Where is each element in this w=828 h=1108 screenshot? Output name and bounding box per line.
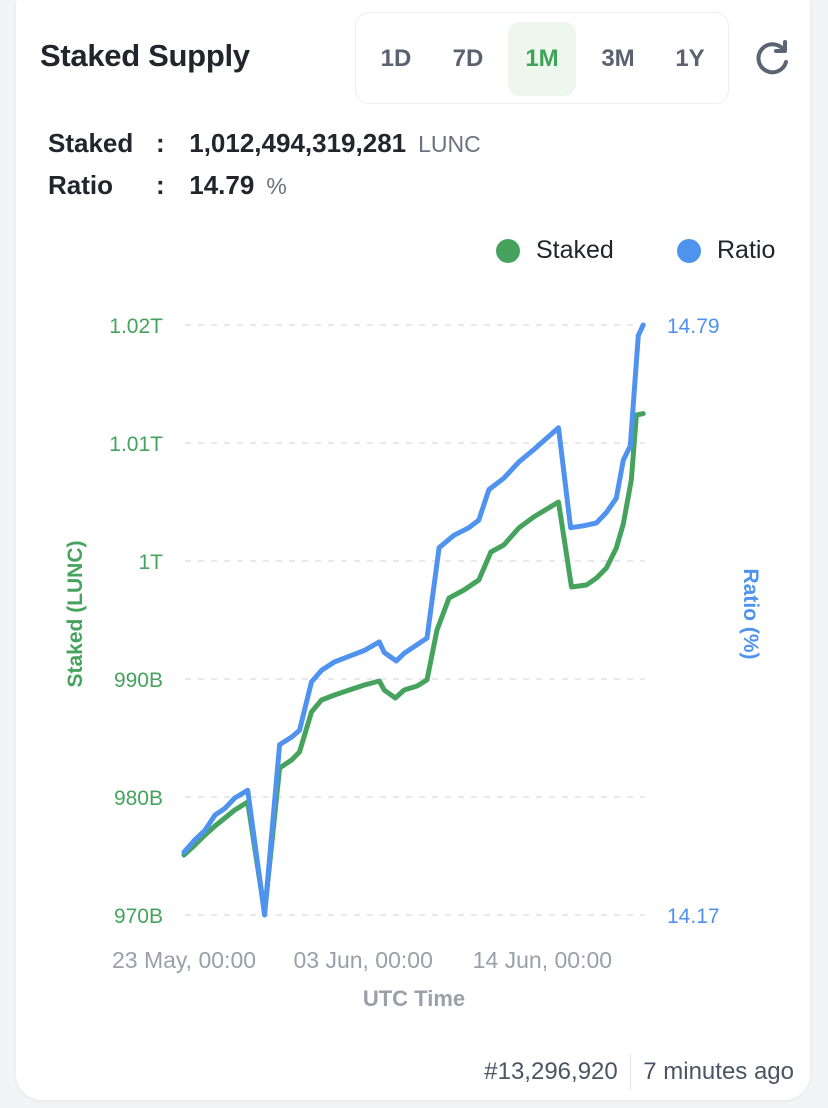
y-tick-label: 990B xyxy=(114,669,163,692)
x-tick-label: 14 Jun, 00:00 xyxy=(473,947,612,973)
footer-divider xyxy=(629,1054,632,1090)
x-tick-label: 03 Jun, 00:00 xyxy=(293,947,432,973)
y-tick-label: 1T xyxy=(138,551,163,574)
y-tick-label: 980B xyxy=(114,787,163,810)
y-tick-label: 1.02T xyxy=(109,315,163,338)
series-line-ratio xyxy=(181,322,646,918)
y2-tick-label: 14.17 xyxy=(667,905,720,928)
y2-axis-title: Ratio (%) xyxy=(739,569,762,660)
x-axis-title: UTC Time xyxy=(363,986,465,1011)
footer: #13,296,920 7 minutes ago xyxy=(484,1054,794,1090)
y-tick-label: 1.01T xyxy=(109,433,163,456)
y2-tick-label: 14.79 xyxy=(667,315,720,338)
block-height: #13,296,920 xyxy=(484,1058,618,1085)
y-tick-label: 970B xyxy=(114,905,163,928)
last-updated: 7 minutes ago xyxy=(643,1058,794,1085)
staked-ratio-chart: 970B 980B 990B 1T 1.01T 1.02T 14.17 14.79 23 May… xyxy=(64,315,762,1011)
y-axis-title: Staked (LUNC) xyxy=(64,540,87,687)
x-tick-label: 23 May, 00:00 xyxy=(112,947,256,973)
